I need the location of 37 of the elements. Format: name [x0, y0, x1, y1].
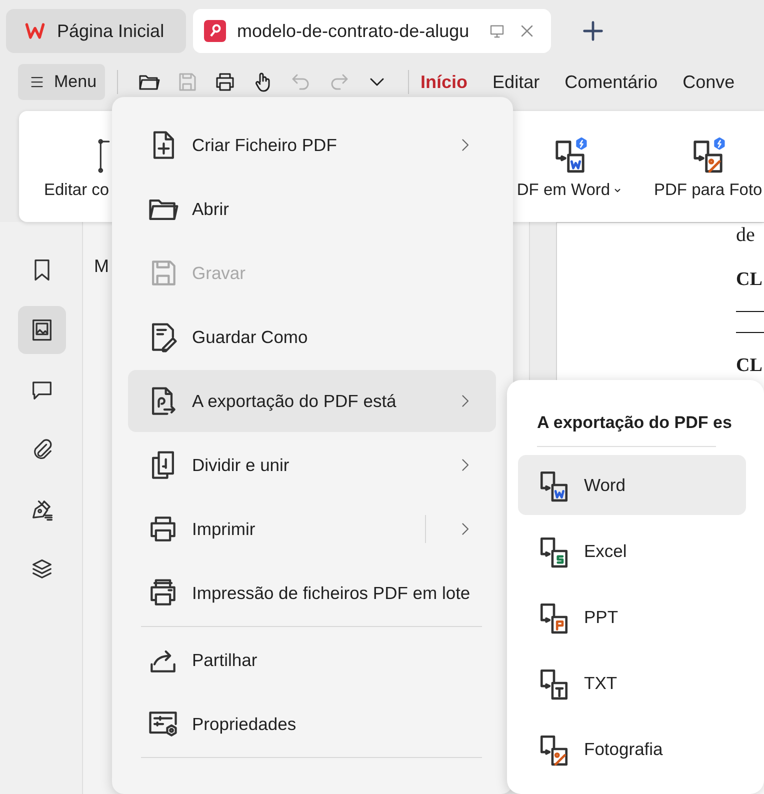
browser-tab[interactable]: Página Inicial [6, 9, 186, 53]
menu-button[interactable]: Menu [18, 64, 105, 100]
frame-corner-icon [97, 139, 111, 173]
document-heading: CL [736, 355, 764, 377]
submenu-item[interactable]: Fotografia [518, 719, 746, 779]
menu-item[interactable]: Dividir e unir [128, 434, 496, 496]
ribbon-tab[interactable]: Início [420, 72, 468, 92]
submenu-title: A exportação do PDF es [536, 413, 733, 433]
monitor-icon [488, 22, 506, 40]
menu-item[interactable]: Partilhar [128, 629, 496, 691]
menu-item[interactable]: Imprimir [128, 498, 496, 560]
submenu-item[interactable]: Excel [518, 521, 746, 581]
ribbon-tab[interactable]: Editar [492, 72, 540, 92]
document-app-icon [204, 20, 226, 42]
menu-item[interactable]: Impressão de ficheiros PDF em lote [128, 562, 496, 624]
submenu-item[interactable]: PPT [518, 587, 746, 647]
panel-title: M [94, 256, 109, 276]
menu-item[interactable]: Abrir [128, 178, 496, 240]
fill-in-line [736, 311, 764, 312]
ribbon-button[interactable]: Editar co [44, 181, 110, 200]
zigzag-logo-icon [24, 20, 46, 42]
submenu-item[interactable]: Word [518, 455, 746, 515]
menu-item[interactable]: Guardar Como [128, 306, 496, 368]
document-text: de [736, 223, 756, 247]
ribbon-tab[interactable]: Comentário [564, 72, 658, 92]
ribbon-button[interactable]: PDF para Foto [654, 181, 762, 200]
menu-item[interactable]: Criar Ficheiro PDF [128, 114, 496, 176]
ribbon-tab[interactable]: Conve [682, 72, 735, 92]
menu-item[interactable]: A exportação do PDF está [128, 370, 496, 432]
ribbon-button[interactable]: DF em Word [516, 181, 622, 200]
menu-item[interactable]: Propriedades [128, 693, 496, 755]
fill-in-line [736, 332, 764, 333]
submenu-item[interactable]: TXT [518, 653, 746, 713]
caret-icon[interactable] [613, 186, 622, 195]
add-tab-icon[interactable] [580, 18, 606, 44]
document-heading: CL [736, 269, 764, 291]
browser-tab[interactable]: modelo-de-contrato-de-alugu [193, 9, 551, 53]
